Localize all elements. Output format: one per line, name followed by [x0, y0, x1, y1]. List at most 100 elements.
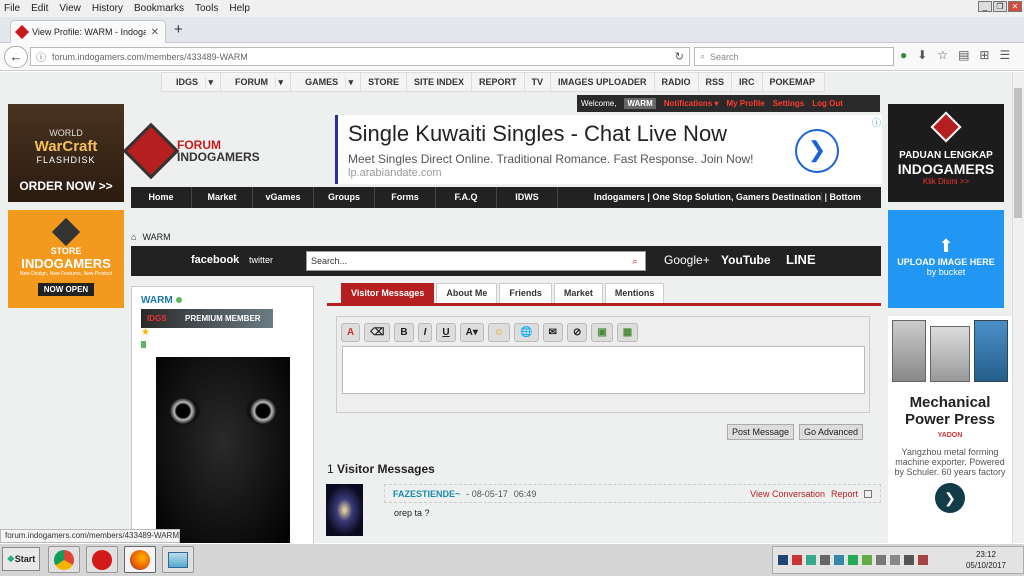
- username-link[interactable]: WARM: [624, 98, 656, 109]
- opera-taskbar-button[interactable]: [86, 546, 118, 573]
- nav-market[interactable]: Market: [192, 187, 253, 208]
- message-checkbox[interactable]: [864, 489, 872, 498]
- bookmark-star-icon[interactable]: ☆: [937, 48, 948, 62]
- tray-shield-icon[interactable]: [848, 555, 858, 565]
- topnav-idgs[interactable]: IDGS ▾: [162, 73, 222, 91]
- logout-link[interactable]: Log Out: [812, 99, 843, 108]
- topnav-games[interactable]: GAMES ▾: [291, 73, 362, 91]
- site-search-input[interactable]: Search... ⌕: [306, 251, 646, 271]
- nav-home[interactable]: Home: [131, 187, 192, 208]
- menu-file[interactable]: File: [4, 3, 20, 14]
- nav-bottom-link[interactable]: Bottom: [830, 192, 862, 202]
- remove-format-icon[interactable]: ⌫: [364, 323, 391, 342]
- tab-close-icon[interactable]: ✕: [151, 27, 159, 38]
- shield-icon[interactable]: ●: [900, 48, 907, 62]
- paduan-lengkap-ad[interactable]: PADUAN LENGKAP INDOGAMERS Klik Disini >>: [888, 104, 1004, 202]
- home-icon[interactable]: ⌂: [131, 232, 136, 242]
- message-textarea[interactable]: [342, 346, 865, 394]
- topnav-irc[interactable]: IRC: [732, 73, 763, 91]
- firefox-taskbar-button[interactable]: [124, 546, 156, 573]
- topnav-rss[interactable]: RSS: [699, 73, 733, 91]
- menu-view[interactable]: View: [59, 3, 81, 14]
- restore-icon[interactable]: ❐: [993, 1, 1007, 12]
- topnav-images-uploader[interactable]: IMAGES UPLOADER: [551, 73, 655, 91]
- tray-update-icon[interactable]: [862, 555, 872, 565]
- font-color-icon[interactable]: A: [341, 323, 361, 342]
- scrollbar-thumb[interactable]: [1014, 88, 1022, 218]
- email-icon[interactable]: ✉: [542, 323, 563, 342]
- ad-arrow-icon[interactable]: ❯: [935, 483, 965, 513]
- hamburger-menu-icon[interactable]: ☰: [999, 48, 1010, 62]
- menu-history[interactable]: History: [92, 3, 123, 14]
- address-bar[interactable]: ⓘ forum.indogamers.com/members/433489-WA…: [30, 47, 690, 66]
- facebook-link[interactable]: facebook: [191, 254, 239, 266]
- settings-link[interactable]: Settings: [773, 99, 805, 108]
- tray-battery-icon[interactable]: [876, 555, 886, 565]
- my-profile-link[interactable]: My Profile: [726, 99, 764, 108]
- image-icon[interactable]: ▣: [591, 323, 613, 342]
- browser-search-input[interactable]: ⌕ Search: [694, 47, 894, 66]
- topnav-tv[interactable]: TV: [525, 73, 552, 91]
- tab-friends[interactable]: Friends: [499, 283, 552, 303]
- system-clock[interactable]: 23:12 05/10/2017: [966, 549, 1006, 571]
- back-button[interactable]: ←: [4, 46, 28, 68]
- banner-arrow-icon[interactable]: ❯: [795, 129, 839, 173]
- download-icon[interactable]: ⬇: [917, 48, 927, 62]
- youtube-link[interactable]: YouTube: [721, 253, 771, 267]
- topnav-radio[interactable]: RADIO: [655, 73, 699, 91]
- start-button[interactable]: ❖Start: [2, 547, 40, 571]
- info-icon[interactable]: ⓘ: [36, 49, 46, 64]
- profile-username[interactable]: WARM: [141, 295, 173, 306]
- tray-flag-icon[interactable]: [918, 555, 928, 565]
- app-taskbar-button[interactable]: [162, 546, 194, 573]
- chrome-taskbar-button[interactable]: [48, 546, 80, 573]
- italic-icon[interactable]: I: [417, 323, 433, 342]
- mechanical-press-ad[interactable]: Mechanical Power Press YADON Yangzhou me…: [888, 316, 1012, 546]
- close-icon[interactable]: ✕: [1008, 1, 1022, 12]
- minimize-icon[interactable]: _: [978, 1, 992, 12]
- warcraft-flashdisk-ad[interactable]: WORLD WarCraft FLASHDISK ORDER NOW >>: [8, 104, 124, 202]
- topnav-forum[interactable]: FORUM ▾: [221, 73, 292, 91]
- nav-forms[interactable]: Forms: [375, 187, 436, 208]
- upload-image-ad[interactable]: ⬆ UPLOAD IMAGE HERE by bucket: [888, 210, 1004, 308]
- bold-icon[interactable]: B: [394, 323, 414, 342]
- menu-tools[interactable]: Tools: [195, 3, 218, 14]
- unlink-icon[interactable]: ⊘: [566, 323, 588, 342]
- topnav-store[interactable]: STORE: [361, 73, 407, 91]
- report-link[interactable]: Report: [831, 489, 858, 499]
- tray-network-icon[interactable]: [806, 555, 816, 565]
- message-author[interactable]: FAZESTIENDE~: [393, 489, 460, 499]
- topnav-report[interactable]: REPORT: [472, 73, 525, 91]
- tab-about-me[interactable]: About Me: [436, 283, 498, 303]
- library-icon[interactable]: ▤: [958, 48, 969, 62]
- banner-ad[interactable]: Single Kuwaiti Singles - Chat Live Now M…: [335, 115, 882, 184]
- forum-logo[interactable]: FORUM INDOGAMERS: [122, 122, 291, 180]
- link-icon[interactable]: 🌐: [514, 323, 539, 342]
- message-author-avatar[interactable]: [326, 484, 363, 536]
- video-icon[interactable]: ▦: [616, 323, 639, 342]
- post-message-button[interactable]: Post Message: [727, 424, 795, 440]
- reload-icon[interactable]: ↻: [675, 50, 684, 63]
- smiley-icon[interactable]: ☺: [487, 323, 511, 342]
- search-icon[interactable]: ⌕: [625, 252, 645, 270]
- new-tab-icon[interactable]: +: [174, 21, 183, 38]
- menu-bookmarks[interactable]: Bookmarks: [134, 3, 184, 14]
- nav-faq[interactable]: F.A.Q: [436, 187, 497, 208]
- tab-visitor-messages[interactable]: Visitor Messages: [341, 283, 435, 303]
- tray-display-icon[interactable]: [834, 555, 844, 565]
- topnav-pokemap[interactable]: POKEMAP: [763, 73, 823, 91]
- tray-volume-icon[interactable]: [904, 555, 914, 565]
- tray-app-icon[interactable]: [778, 555, 788, 565]
- adchoices-icon[interactable]: ⓘ: [872, 116, 881, 129]
- tray-sync-icon[interactable]: [820, 555, 830, 565]
- google-plus-link[interactable]: Google+: [664, 253, 710, 267]
- underline-icon[interactable]: U: [436, 323, 456, 342]
- menu-help[interactable]: Help: [229, 3, 250, 14]
- font-size-icon[interactable]: A▾: [459, 323, 484, 342]
- topnav-site-index[interactable]: SITE INDEX: [407, 73, 472, 91]
- notifications-link[interactable]: Notifications ▾: [664, 99, 719, 108]
- tray-security-icon[interactable]: [792, 555, 802, 565]
- go-advanced-button[interactable]: Go Advanced: [799, 424, 864, 440]
- store-indogamers-ad[interactable]: STORE INDOGAMERS New Design, New Feature…: [8, 210, 124, 308]
- nav-vgames[interactable]: vGames: [253, 187, 314, 208]
